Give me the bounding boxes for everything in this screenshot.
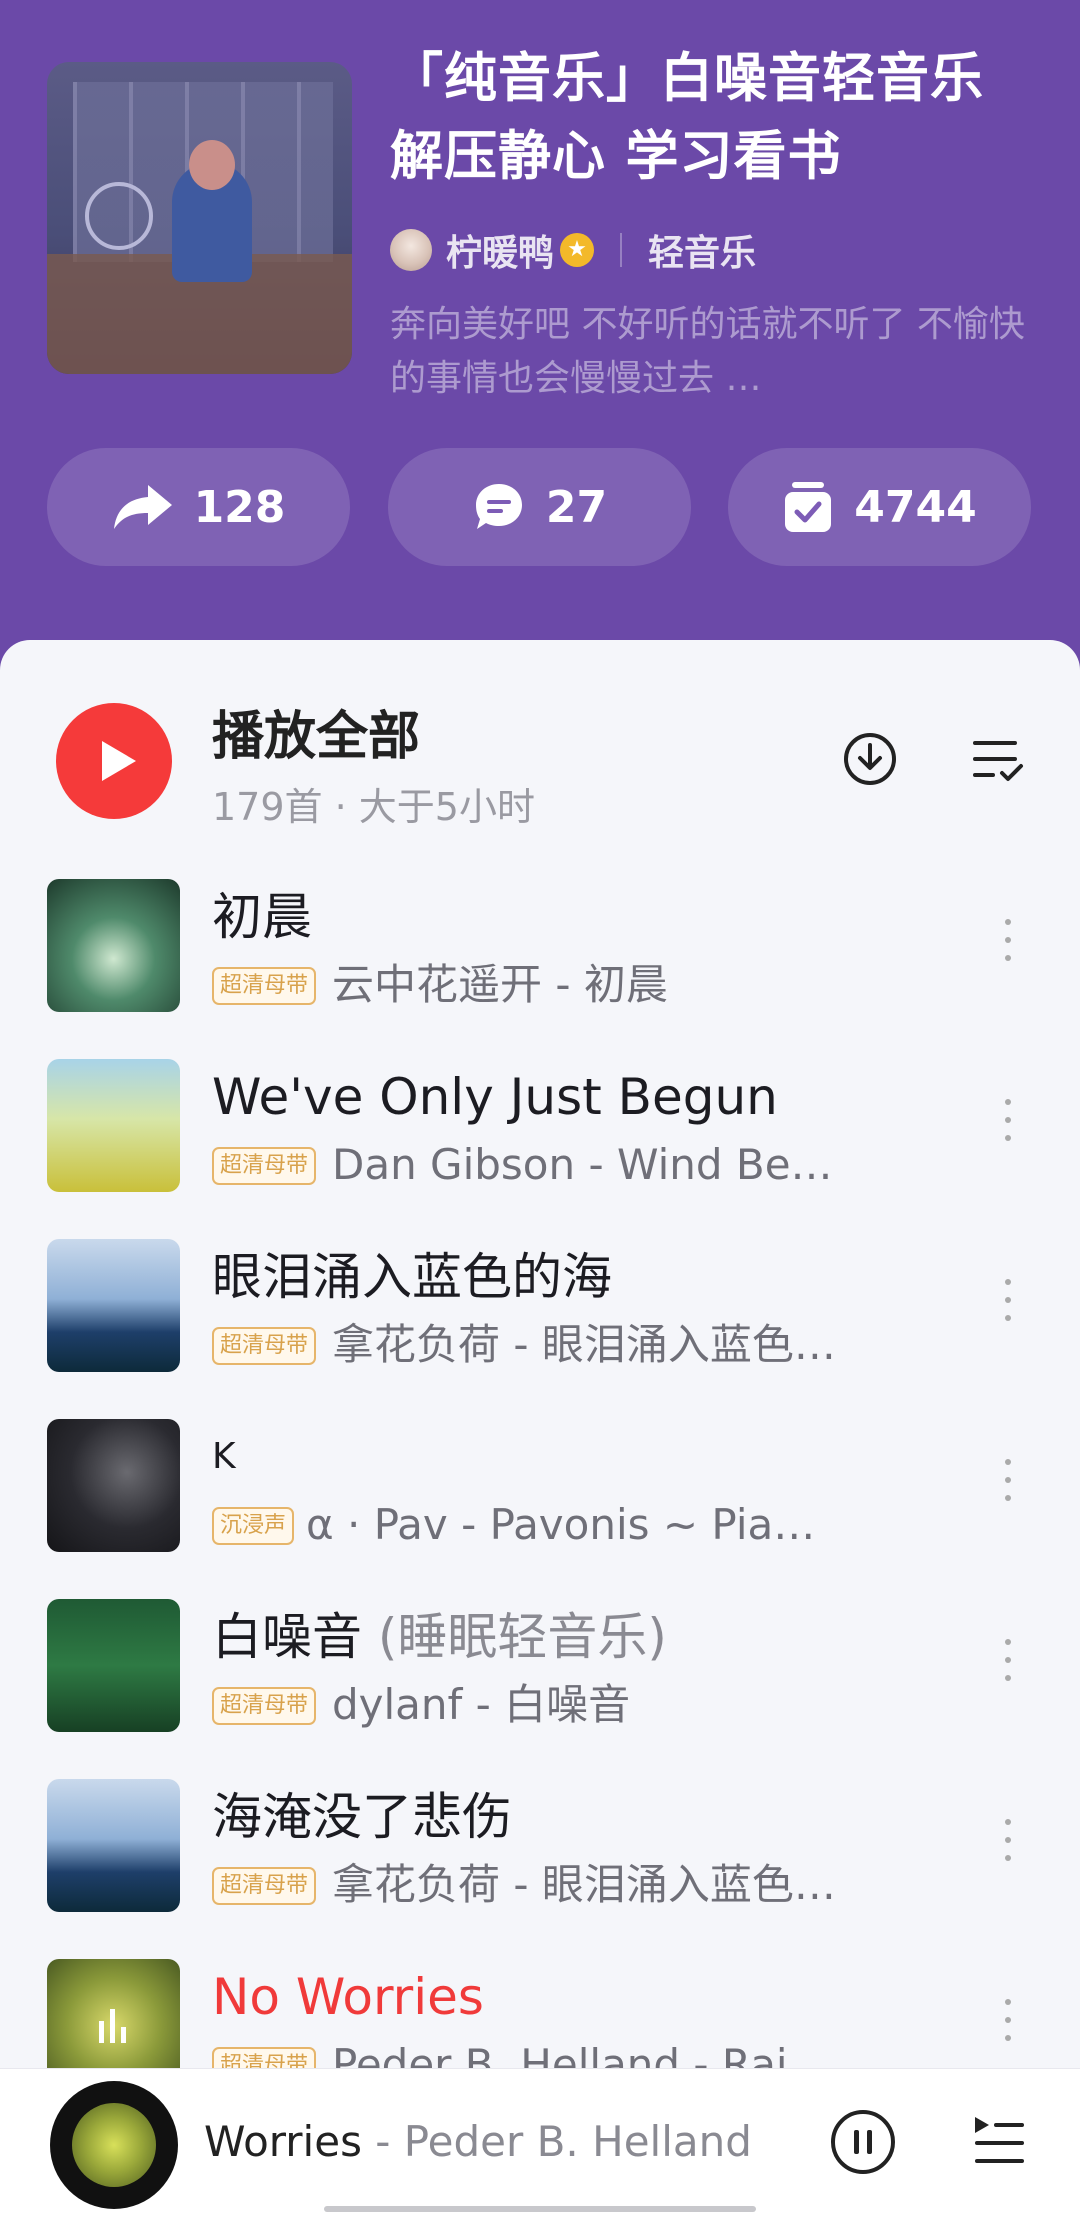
multi-select-icon[interactable]: [970, 735, 1024, 785]
playlist-title: 「纯音乐」白噪音轻音乐 解压静心 学习看书: [390, 48, 984, 187]
comment-icon: [475, 484, 522, 529]
song-row[interactable]: 海淹没了悲伤 超清母带 拿花负荷 - 眼泪涌入蓝色…: [0, 1779, 1080, 1959]
song-artist-album: 拿花负荷 - 眼泪涌入蓝色…: [332, 1320, 836, 1369]
author-avatar[interactable]: [390, 229, 432, 271]
more-options-icon[interactable]: [1005, 1099, 1013, 1149]
song-thumbnail: [47, 1599, 180, 1732]
mini-player[interactable]: Worries - Peder B. Helland: [0, 2068, 1080, 2215]
cover-fan: [85, 182, 153, 250]
quality-badge: 超清母带: [212, 967, 317, 1005]
more-options-icon[interactable]: [1005, 919, 1013, 969]
song-title: We've Only Just Begun: [212, 1068, 778, 1126]
vip-badge-icon: ★: [560, 233, 595, 267]
quality-badge: 超清母带: [212, 1327, 317, 1365]
song-artist-album: dylanf - 白噪音: [332, 1680, 631, 1729]
song-thumbnail: [47, 1059, 180, 1192]
more-options-icon[interactable]: [1005, 1639, 1013, 1689]
comment-button[interactable]: 27: [388, 448, 691, 566]
collect-button[interactable]: 4744: [728, 448, 1031, 566]
playing-bars-icon: [99, 2007, 129, 2043]
more-options-icon[interactable]: [1005, 1819, 1013, 1869]
collect-icon: [785, 482, 832, 532]
playlist-queue-icon[interactable]: [972, 2113, 1026, 2169]
share-button[interactable]: 128: [47, 448, 350, 566]
song-row[interactable]: 初晨 超清母带 云中花遥开 - 初晨: [0, 879, 1080, 1059]
playlist-tag[interactable]: 轻音乐: [648, 224, 756, 276]
home-indicator[interactable]: [324, 2206, 756, 2212]
song-thumbnail: [47, 1419, 180, 1552]
quality-badge: 超清母带: [212, 1147, 317, 1185]
now-playing-disc[interactable]: [50, 2081, 178, 2209]
quality-badge: 沉浸声: [212, 1507, 295, 1545]
more-options-icon[interactable]: [1005, 1279, 1013, 1329]
quality-badge: 超清母带: [212, 1867, 317, 1905]
play-all-label[interactable]: 播放全部: [212, 694, 420, 769]
disc-art: [72, 2103, 156, 2187]
divider: [620, 233, 623, 267]
song-row[interactable]: 眼泪涌入蓝色的海 超清母带 拿花负荷 - 眼泪涌入蓝色…: [0, 1239, 1080, 1419]
download-icon[interactable]: [842, 731, 898, 787]
song-title: No Worries: [212, 1968, 484, 2026]
song-artist-album: 拿花负荷 - 眼泪涌入蓝色…: [332, 1860, 836, 1909]
song-title: K: [212, 1436, 236, 1477]
share-icon: [113, 485, 172, 529]
quality-badge: 超清母带: [212, 1687, 317, 1725]
song-thumbnail: [47, 1239, 180, 1372]
song-artist-album: Dan Gibson - Wind Be…: [332, 1140, 833, 1189]
song-title: 眼泪涌入蓝色的海: [212, 1248, 612, 1306]
song-thumbnail: [47, 1779, 180, 1912]
song-title: 海淹没了悲伤: [212, 1788, 512, 1846]
song-row[interactable]: 白噪音 (睡眠轻音乐) 超清母带 dylanf - 白噪音: [0, 1599, 1080, 1779]
share-count: 128: [193, 481, 286, 533]
song-artist-album: α · Pav - Pavonis ~ Pia…: [306, 1500, 816, 1549]
song-artist-album: 云中花遥开 - 初晨: [332, 960, 668, 1009]
comment-count: 27: [545, 481, 608, 533]
play-all-meta: 179首 · 大于5小时: [212, 785, 535, 829]
author-name[interactable]: 柠暖鸭: [446, 224, 554, 276]
song-thumbnail: [47, 879, 180, 1012]
more-options-icon[interactable]: [1005, 1999, 1013, 2049]
more-options-icon[interactable]: [1005, 1459, 1013, 1509]
song-row[interactable]: K 沉浸声 α · Pav - Pavonis ~ Pia…: [0, 1419, 1080, 1599]
song-title: 白噪音 (睡眠轻音乐): [212, 1608, 667, 1666]
cover-figure-head: [189, 140, 235, 190]
now-playing-text[interactable]: Worries - Peder B. Helland: [204, 2117, 752, 2166]
pause-icon[interactable]: [830, 2109, 896, 2175]
song-title: 初晨: [212, 888, 312, 946]
collect-count: 4744: [854, 481, 977, 533]
author-row: 柠暖鸭 ★ 轻音乐: [390, 222, 756, 278]
play-all-button[interactable]: [56, 703, 172, 819]
playlist-header: 「纯音乐」白噪音轻音乐 解压静心 学习看书 柠暖鸭 ★ 轻音乐 奔向美好吧 不好…: [0, 0, 1080, 660]
playlist-description[interactable]: 奔向美好吧 不好听的话就不听了 不愉快的事情也会慢慢过去 …: [390, 298, 1040, 406]
song-row[interactable]: We've Only Just Begun 超清母带 Dan Gibson - …: [0, 1059, 1080, 1239]
playlist-cover[interactable]: [47, 62, 352, 374]
